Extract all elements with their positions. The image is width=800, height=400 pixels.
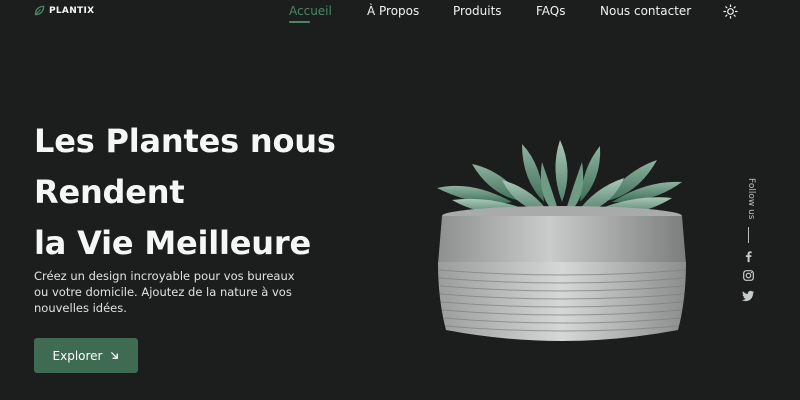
facebook-link[interactable] xyxy=(742,250,755,263)
brand-logo[interactable]: PLANTIX xyxy=(34,5,94,16)
succulent-pot-illustration xyxy=(437,140,686,341)
nav-link-produits[interactable]: Produits xyxy=(453,4,502,18)
instagram-icon xyxy=(743,270,754,281)
plant-image xyxy=(432,140,692,355)
twitter-link[interactable] xyxy=(742,289,755,302)
hero-description-line: nouvelles idées. xyxy=(34,301,127,315)
leaf-icon xyxy=(34,5,45,16)
nav-link-nous-contacter[interactable]: Nous contacter xyxy=(600,4,691,18)
hero-title-line: la Vie Meilleure xyxy=(34,224,311,262)
sun-icon xyxy=(723,4,738,19)
nav-link-faqs[interactable]: FAQs xyxy=(536,4,566,18)
hero-description-line: ou votre domicile. Ajoutez de la nature … xyxy=(34,285,292,299)
arrow-down-right-icon xyxy=(111,352,119,359)
hero-description: Créez un design incroyable pour vos bure… xyxy=(34,268,334,316)
follow-divider xyxy=(748,227,749,243)
instagram-link[interactable] xyxy=(742,269,755,282)
theme-toggle-button[interactable] xyxy=(723,4,738,19)
twitter-icon xyxy=(742,290,755,302)
site-header: PLANTIX Accueil À Propos Produits FAQs N… xyxy=(0,0,800,26)
follow-us-label: Follow us xyxy=(740,178,758,224)
explore-button[interactable]: Explorer xyxy=(34,338,138,373)
brand-name: PLANTIX xyxy=(49,5,95,16)
nav-link-accueil[interactable]: Accueil xyxy=(289,4,332,18)
hero-title-line: Les Plantes nous xyxy=(34,122,336,160)
nav-active-indicator xyxy=(289,21,310,23)
hero-title: Les Plantes nous Rendent la Vie Meilleur… xyxy=(34,116,454,269)
hero-title-line: Rendent xyxy=(34,173,185,211)
explore-button-label: Explorer xyxy=(52,348,103,363)
facebook-icon xyxy=(745,251,752,263)
hero-description-line: Créez un design incroyable pour vos bure… xyxy=(34,269,295,283)
nav-link-a-propos[interactable]: À Propos xyxy=(367,4,419,18)
follow-us-text: Follow us xyxy=(746,178,756,220)
